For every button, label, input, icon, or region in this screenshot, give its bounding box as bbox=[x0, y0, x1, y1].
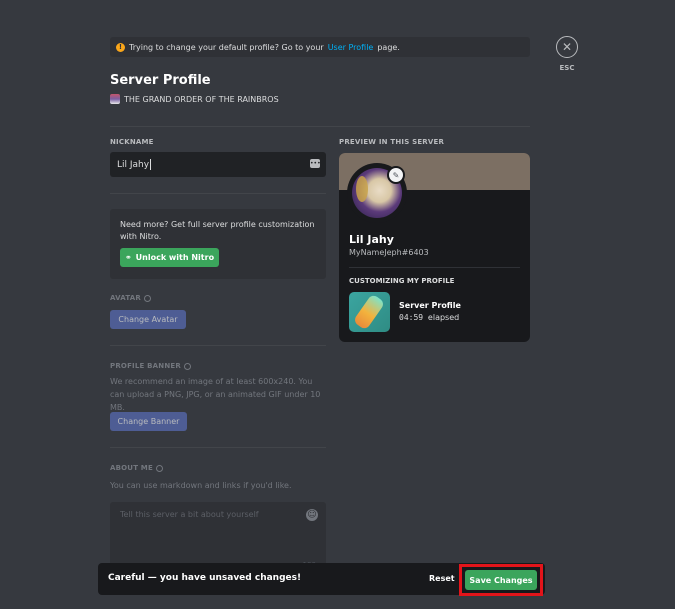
notice-text: Trying to change your default profile? G… bbox=[129, 42, 324, 52]
text-caret bbox=[150, 159, 152, 170]
server-name: THE GRAND ORDER OF THE RAINBROS bbox=[124, 94, 279, 104]
reset-button[interactable]: Reset bbox=[429, 574, 455, 583]
elapsed-suffix: elapsed bbox=[427, 313, 460, 322]
edit-image-icon[interactable]: ✎ bbox=[387, 166, 405, 184]
about-label: ABOUT ME bbox=[110, 464, 163, 472]
unsaved-message: Careful — you have unsaved changes! bbox=[108, 573, 302, 583]
unlock-nitro-button[interactable]: ⚭ Unlock with Nitro bbox=[120, 248, 219, 267]
close-icon: ✕ bbox=[561, 40, 573, 54]
card-divider bbox=[349, 267, 520, 268]
notice-text-end: page. bbox=[377, 42, 400, 52]
save-changes-button[interactable]: Save Changes bbox=[465, 570, 537, 590]
esc-label: ESC bbox=[559, 64, 575, 72]
unlock-nitro-label: Unlock with Nitro bbox=[135, 253, 215, 262]
activity-elapsed: 04:59 elapsed bbox=[399, 313, 459, 322]
divider bbox=[110, 126, 530, 127]
nitro-badge-icon bbox=[183, 362, 191, 370]
divider bbox=[110, 447, 326, 448]
divider bbox=[110, 345, 326, 346]
user-profile-link[interactable]: User Profile bbox=[328, 43, 374, 52]
elapsed-time: 04:59 bbox=[399, 313, 424, 322]
profile-preview-card: ✎ Lil Jahy MyNameJeph#6403 CUSTOMIZING M… bbox=[339, 153, 530, 342]
banner-description: We recommend an image of at least 600x24… bbox=[110, 377, 321, 412]
preview-label: PREVIEW IN THIS SERVER bbox=[339, 138, 445, 146]
save-highlight-box: Save Changes bbox=[459, 564, 543, 596]
divider bbox=[110, 193, 326, 194]
server-name-line: THE GRAND ORDER OF THE RAINBROS bbox=[110, 94, 279, 104]
about-label-text: ABOUT ME bbox=[110, 464, 153, 472]
about-me-textarea[interactable]: Tell this server a bit about yourself ☺ … bbox=[110, 502, 326, 572]
warning-icon: ! bbox=[116, 42, 125, 52]
text-options-icon[interactable]: ••• bbox=[310, 159, 321, 168]
avatar-label: AVATAR bbox=[110, 294, 151, 302]
activity-title: Server Profile bbox=[399, 301, 461, 310]
nitro-upsell-box: Need more? Get full server profile custo… bbox=[110, 209, 326, 279]
nitro-badge-icon bbox=[155, 464, 163, 472]
server-icon bbox=[110, 94, 120, 104]
about-placeholder: Tell this server a bit about yourself bbox=[120, 510, 259, 519]
change-avatar-button[interactable]: Change Avatar bbox=[110, 310, 186, 329]
nitro-badge-icon bbox=[144, 294, 151, 302]
page-title: Server Profile bbox=[110, 73, 211, 88]
nitro-icon: ⚭ bbox=[124, 253, 132, 262]
banner-label: PROFILE BANNER bbox=[110, 362, 191, 370]
change-banner-button[interactable]: Change Banner bbox=[110, 412, 187, 431]
activity-section-label: CUSTOMIZING MY PROFILE bbox=[349, 277, 455, 285]
avatar-label-text: AVATAR bbox=[110, 294, 141, 302]
close-button[interactable]: ✕ bbox=[556, 36, 578, 58]
about-description: You can use markdown and links if you'd … bbox=[110, 481, 292, 490]
nitro-upsell-text: Need more? Get full server profile custo… bbox=[120, 220, 315, 241]
emoji-icon[interactable]: ☺ bbox=[306, 509, 318, 521]
activity-image bbox=[349, 292, 390, 332]
preview-name: Lil Jahy bbox=[349, 233, 394, 246]
nickname-value: Lil Jahy bbox=[117, 159, 150, 170]
preview-tag: MyNameJeph#6403 bbox=[349, 248, 429, 257]
profile-notice-bar: ! Trying to change your default profile?… bbox=[110, 37, 530, 57]
nickname-label: NICKNAME bbox=[110, 138, 154, 146]
nickname-input[interactable]: Lil Jahy ••• bbox=[110, 152, 326, 177]
banner-label-text: PROFILE BANNER bbox=[110, 362, 181, 370]
